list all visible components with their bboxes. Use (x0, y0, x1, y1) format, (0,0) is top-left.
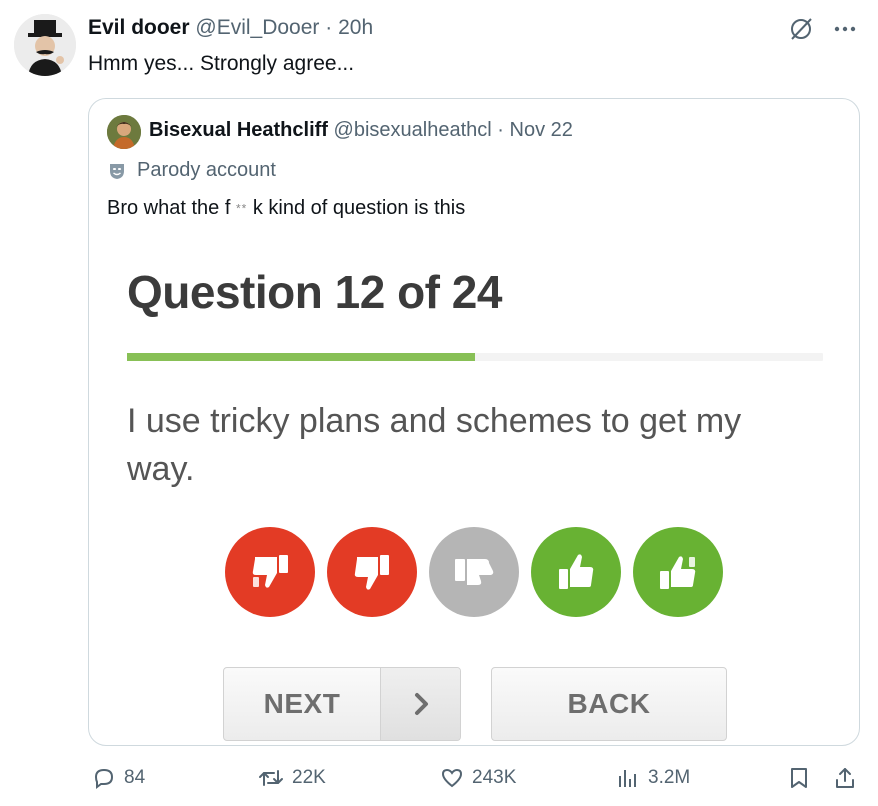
quoted-tweet-date: Nov 22 (509, 119, 573, 141)
quoted-author-avatar (107, 115, 141, 149)
chevron-right-icon (380, 668, 460, 740)
views-chart-icon (619, 770, 636, 787)
quoted-text-after: k kind of question is this (252, 197, 466, 219)
quiz-progress-bar (127, 353, 823, 361)
answer-disagree (327, 527, 417, 617)
more-options-icon[interactable] (832, 16, 858, 42)
repost-button[interactable]: 22K (258, 766, 326, 790)
quiz-question-counter: Question 12 of 24 (127, 266, 502, 318)
quoted-tweet-card[interactable]: Bisexual Heathcliff @bisexualheathcl · N… (88, 98, 860, 746)
answer-strongly-agree (633, 527, 723, 617)
quiz-back-button: BACK (491, 667, 727, 741)
grok-icon[interactable] (788, 16, 814, 42)
bookmark-icon (791, 768, 807, 788)
quoted-tweet-text: Bro what the f ** k kind of question is … (107, 197, 465, 220)
tweet-action-bar: 84 22K 243K 3.2M (86, 766, 864, 798)
thumbs-down-double-icon (252, 555, 288, 588)
quoted-text-redacted: ** (235, 201, 248, 216)
parody-account-text: Parody account (137, 159, 276, 181)
reply-icon (94, 768, 114, 789)
thumbs-up-double-icon (660, 556, 696, 589)
quoted-text-before: Bro what the f (107, 197, 231, 219)
author-handle[interactable]: @Evil_Dooer (195, 16, 319, 39)
author-avatar[interactable] (14, 14, 76, 76)
thumb-sideways-icon (455, 559, 494, 585)
thumbs-up-icon (559, 554, 594, 589)
quoted-tweet-header: Bisexual Heathcliff @bisexualheathcl · N… (149, 119, 573, 142)
separator-dot: · (325, 16, 333, 39)
answer-strongly-disagree (225, 527, 315, 617)
author-name[interactable]: Evil dooer (88, 16, 190, 39)
reply-count: 84 (124, 767, 146, 788)
reply-button[interactable]: 84 (92, 766, 145, 790)
quiz-question-text: I use tricky plans and schemes to get my… (127, 402, 742, 488)
tweet-header: Evil dooer @Evil_Dooer · 20h (88, 16, 373, 40)
tweet-text: Hmm yes... Strongly agree... (88, 52, 355, 75)
quiz-answer-options (225, 527, 723, 617)
repost-icon (259, 770, 283, 786)
theater-mask-icon (110, 163, 124, 179)
next-button-label: NEXT (263, 688, 341, 719)
share-icon (836, 768, 854, 788)
like-button[interactable]: 243K (440, 766, 516, 790)
answer-agree (531, 527, 621, 617)
share-button[interactable] (834, 766, 856, 790)
quiz-progress-fill (127, 353, 475, 361)
thumbs-down-icon (354, 555, 389, 590)
like-count: 243K (472, 767, 517, 788)
quoted-author-handle: @bisexualheathcl (333, 119, 492, 141)
tweet-time[interactable]: 20h (338, 16, 373, 39)
quoted-author-name: Bisexual Heathcliff (149, 119, 328, 141)
heart-icon (441, 768, 463, 788)
repost-count: 22K (292, 767, 326, 788)
parody-account-label: Parody account (107, 159, 276, 182)
views-button[interactable]: 3.2M (616, 766, 690, 790)
quiz-next-button: NEXT (223, 667, 461, 741)
views-count: 3.2M (648, 767, 691, 788)
answer-neutral (429, 527, 519, 617)
tweet-top-icons (788, 16, 858, 42)
bookmark-button[interactable] (788, 766, 810, 790)
separator-dot: · (497, 119, 504, 141)
